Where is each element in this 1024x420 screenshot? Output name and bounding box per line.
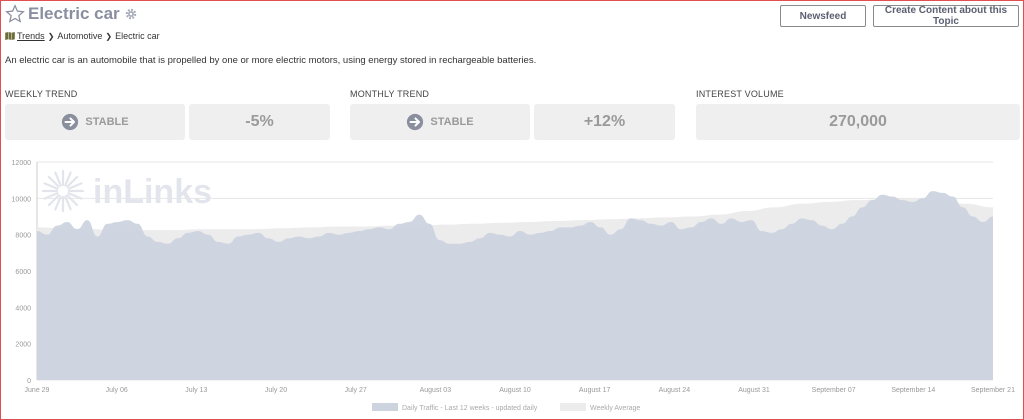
monthly-trend-status-card: STABLE [350,104,530,140]
x-tick-label: September 21 [971,387,1015,394]
newsfeed-button[interactable]: Newsfeed [780,5,866,27]
x-tick-label: July 27 [345,387,367,394]
legend-swatch-weekly [560,403,586,411]
breadcrumb-trends-link[interactable]: Trends [17,31,45,41]
page-header: Electric car [5,4,138,24]
breadcrumb-item[interactable]: Automotive [57,31,102,41]
arrow-right-circle-icon [407,113,424,131]
x-tick-label: June 29 [25,387,50,394]
y-tick-label: 8000 [15,233,31,240]
monthly-trend-change-card: +12% [534,104,675,140]
monthly-trend-status: STABLE [430,116,474,128]
watermark-text: inLinks [93,173,212,211]
chevron-right-icon: ❯ [105,31,113,41]
page-title: Electric car [28,4,120,23]
daily-traffic-area [37,191,993,380]
legend-label-daily: Daily Traffic - Last 12 weeks - updated … [402,405,538,412]
x-tick-label: September 14 [891,387,935,394]
star-icon[interactable] [5,4,25,24]
weekly-trend-label: WEEKLY TREND [5,89,78,99]
x-tick-label: August 17 [579,387,611,394]
x-tick-label: July 13 [185,387,207,394]
y-tick-label: 10000 [12,196,32,203]
y-tick-label: 6000 [15,269,31,276]
x-tick-label: August 03 [420,387,452,394]
map-icon [5,32,15,40]
interest-volume-value: 270,000 [829,113,887,130]
y-tick-label: 2000 [15,342,31,349]
x-tick-label: September 07 [812,387,856,394]
weekly-trend-change-card: -5% [189,104,330,140]
weekly-trend-status-card: STABLE [5,104,185,140]
x-tick-label: August 24 [659,387,691,394]
y-tick-label: 4000 [15,305,31,312]
inlinks-logo-icon [41,169,85,213]
create-content-button[interactable]: Create Content about this Topic [873,5,1019,27]
x-tick-label: August 10 [499,387,531,394]
arrow-right-circle-icon [62,113,79,131]
weekly-trend-status: STABLE [85,116,129,128]
x-tick-label: July 06 [106,387,128,394]
traffic-chart: inLinks 0 2000 4000 6000 8000 10000 12000 June… [1,151,1024,420]
interest-volume-card: 270,000 [696,104,1020,140]
inlinks-watermark: inLinks [41,169,212,213]
y-tick-label: 12000 [12,160,32,167]
x-tick-label: July 20 [265,387,287,394]
topic-description: An electric car is an automobile that is… [5,55,537,66]
traffic-chart-svg: inLinks 0 2000 4000 6000 8000 10000 12000 June… [12,160,1016,412]
y-tick-label: 0 [27,378,31,385]
interest-volume-label: INTEREST VOLUME [696,89,784,99]
breadcrumb-item-current: Electric car [115,31,160,41]
weekly-trend-change: -5% [245,113,274,130]
x-tick-label: August 31 [738,387,770,394]
gear-icon[interactable] [124,7,138,21]
monthly-trend-label: MONTHLY TREND [350,89,430,99]
monthly-trend-change: +12% [583,113,626,130]
legend-label-weekly: Weekly Average [590,405,640,412]
breadcrumb: Trends ❯ Automotive ❯ Electric car [5,31,160,41]
chevron-right-icon: ❯ [47,31,55,41]
legend-swatch-daily [372,403,398,411]
